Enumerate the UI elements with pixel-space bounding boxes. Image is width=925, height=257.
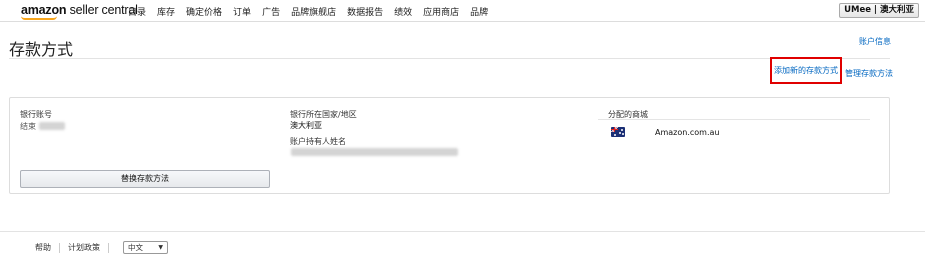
deposit-method-card: 银行账号 结束 银行所在国家/地区 澳大利亚 账户持有人姓名 分配的商城 替换存… [9, 97, 890, 194]
menu-item-catalog[interactable]: 目录 [128, 5, 146, 18]
title-divider [9, 58, 890, 59]
menu-item-inventory[interactable]: 库存 [157, 5, 175, 18]
marketplace-name: Amazon.com.au [655, 128, 720, 137]
bank-country-value: 澳大利亚 [290, 121, 322, 130]
redacted-holder-name [291, 148, 458, 156]
amazon-smile-icon [21, 16, 57, 20]
seller-central-logo[interactable]: amazon seller central [21, 3, 138, 17]
logo-seller-central-text: seller central [66, 3, 138, 17]
footer-separator [108, 242, 109, 253]
main-menu: 目录 库存 确定价格 订单 广告 品牌旗舰店 数据报告 绩效 应用商店 品牌 [128, 5, 499, 18]
menu-item-advertising[interactable]: 广告 [262, 5, 280, 18]
menu-item-reports[interactable]: 数据报告 [347, 5, 383, 18]
language-select[interactable]: 中文 ▼ [123, 241, 168, 254]
logo-amazon-text: amazon [21, 3, 67, 17]
marketplace-divider [598, 119, 870, 120]
bank-account-prefix: 结束 [20, 122, 36, 131]
account-info-link[interactable]: 账户信息 [859, 36, 891, 47]
chevron-down-icon: ▼ [158, 244, 163, 251]
footer-separator [59, 242, 60, 253]
replace-deposit-method-button[interactable]: 替换存款方法 [20, 170, 270, 188]
bank-country-label: 银行所在国家/地区 [290, 110, 357, 119]
manage-deposit-methods-link[interactable]: 管理存款方法 [845, 68, 893, 79]
menu-item-brands[interactable]: 品牌 [470, 5, 488, 18]
account-holder-label: 账户持有人姓名 [290, 137, 346, 146]
menu-item-stores[interactable]: 品牌旗舰店 [291, 5, 336, 18]
footer-divider [0, 231, 925, 232]
menu-item-performance[interactable]: 绩效 [394, 5, 412, 18]
footer: 帮助 计划政策 中文 ▼ [35, 241, 168, 254]
add-deposit-method-link[interactable]: 添加新的存款方式 [770, 57, 842, 84]
top-navigation-bar: amazon seller central 目录 库存 确定价格 订单 广告 品… [0, 0, 925, 22]
account-switcher-button[interactable]: UMee | 澳大利亚 [839, 3, 919, 18]
program-policies-link[interactable]: 计划政策 [68, 242, 100, 253]
menu-item-pricing[interactable]: 确定价格 [186, 5, 222, 18]
menu-item-appstore[interactable]: 应用商店 [423, 5, 459, 18]
australia-flag-icon [611, 127, 625, 137]
language-select-value: 中文 [128, 243, 143, 252]
menu-item-orders[interactable]: 订单 [233, 5, 251, 18]
page-title: 存款方式 [9, 40, 74, 59]
help-link[interactable]: 帮助 [35, 242, 51, 253]
bank-account-label: 银行账号 [20, 110, 52, 119]
redacted-account-number [39, 122, 65, 130]
